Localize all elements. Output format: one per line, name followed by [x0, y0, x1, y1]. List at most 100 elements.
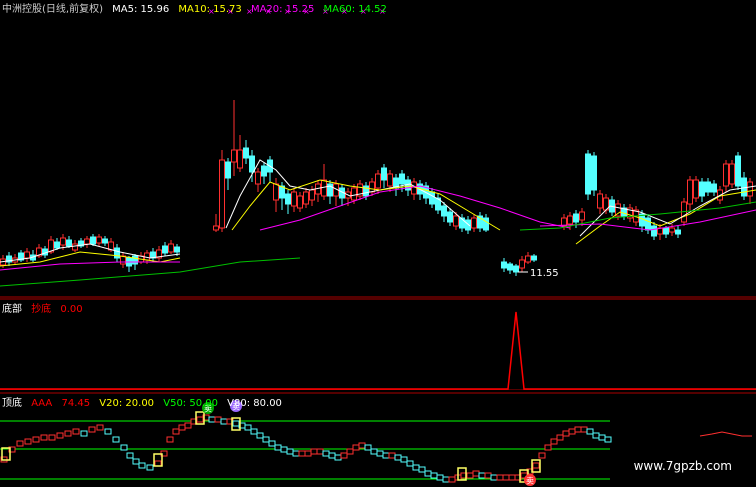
- candle-body: [261, 165, 267, 177]
- candle-body: [663, 227, 669, 235]
- candle-body: [597, 193, 603, 209]
- v20-label: V20: 20.00: [99, 398, 155, 409]
- oscillator-bar: [172, 428, 180, 435]
- oscillator-bar: [286, 448, 294, 455]
- oscillator-bar: [88, 426, 96, 433]
- candle-body: [507, 263, 513, 271]
- candle-body: [723, 163, 729, 187]
- candle-body: [291, 191, 297, 207]
- candle-body: [525, 255, 531, 263]
- oscillator-bar: [126, 452, 134, 459]
- candle-body: [174, 246, 180, 253]
- candle-body: [585, 153, 591, 195]
- oscillator-bar: [104, 428, 112, 435]
- price-chart-panel[interactable]: × × × × × × × × × × 11.55 中洲控股(日线,前复权) MA5: 15.96 …: [0, 0, 756, 298]
- oscillator-bar: [370, 448, 378, 455]
- candle-body: [303, 191, 309, 205]
- oscillator-bar: [604, 436, 612, 443]
- candle-body: [747, 181, 753, 197]
- oscillator-bar: [16, 440, 24, 447]
- oscillator-bar: [496, 474, 504, 481]
- oscillator-bar: [214, 416, 222, 423]
- oscillator-bar: [178, 424, 186, 431]
- oscillator-bar: [436, 474, 444, 481]
- candle-body: [375, 173, 381, 189]
- oscillator-bar: [568, 428, 576, 435]
- oscillator-bar: [490, 474, 498, 481]
- candle-body: [675, 229, 681, 235]
- candle-body: [102, 238, 108, 244]
- bottom-indicator-chart: [0, 298, 756, 390]
- oscillator-bar: [48, 434, 56, 441]
- candle-body: [531, 255, 537, 261]
- oscillator-bar: [40, 434, 48, 441]
- candle-body: [219, 159, 225, 229]
- candle-body: [54, 241, 60, 249]
- oscillator-bar: [96, 424, 104, 431]
- oscillator-bar: [388, 452, 396, 459]
- bottom-indicator-panel[interactable]: 底部 抄底 0.00: [0, 298, 756, 390]
- oscillator-bar: [382, 452, 390, 459]
- oscillator-bar: [280, 446, 288, 453]
- oscillator-bar: [532, 462, 540, 469]
- oscillator-bar: [316, 448, 324, 455]
- candle-body: [693, 179, 699, 199]
- candle-body: [381, 167, 387, 181]
- candle-body: [471, 217, 477, 229]
- oscillator-bar: [32, 436, 40, 443]
- oscillator-bar: [184, 422, 192, 429]
- oscillator-bar: [120, 444, 128, 451]
- oscillator-bar: [478, 472, 486, 479]
- ma60-label: MA60: 14.52: [323, 4, 387, 15]
- candle-body: [213, 225, 219, 231]
- candle-body: [132, 255, 138, 265]
- watermark: www.7gpzb.com: [633, 459, 732, 473]
- oscillator-bar: [72, 428, 80, 435]
- oscillator-bar: [310, 448, 318, 455]
- candle-body: [687, 179, 693, 205]
- candle-body: [243, 147, 249, 159]
- candle-body: [237, 149, 243, 169]
- oscillator-bar: [112, 436, 120, 443]
- candle-body: [60, 237, 66, 246]
- candle-body: [519, 259, 525, 269]
- oscillator-bar: [538, 452, 546, 459]
- oscillator-bar: [64, 430, 72, 437]
- ma20-label: MA20: 15.25: [250, 4, 315, 15]
- oscillator-bar: [244, 424, 252, 431]
- ma5-label: MA5: 15.96: [112, 4, 170, 15]
- aaa-value: 74.45: [61, 398, 91, 409]
- candle-body: [72, 243, 78, 251]
- oscillator-bar: [220, 418, 228, 425]
- price-legend: 中洲控股(日线,前复权) MA5: 15.96 MA10: 15.73 MA20…: [2, 0, 393, 15]
- candle-body: [144, 252, 150, 261]
- oscillator-bar: [502, 474, 510, 481]
- candle-body: [699, 181, 705, 197]
- oscillator-bar: [322, 450, 330, 457]
- oscillator-bar: [484, 472, 492, 479]
- oscillator-bar: [138, 462, 146, 469]
- oscillator-bar: [394, 454, 402, 461]
- candle-body: [711, 183, 717, 193]
- oscillator-bar: [424, 470, 432, 477]
- oscillator-bar: [544, 444, 552, 451]
- chart-title: 中洲控股(日线,前复权): [2, 4, 103, 15]
- candle-body: [399, 173, 405, 185]
- aaa-label: AAA: [31, 398, 53, 409]
- oscillator-bar: [80, 430, 88, 437]
- ma10-label: MA10: 15.73: [178, 4, 242, 15]
- osc-name: 顶底: [2, 398, 22, 409]
- oscillator-bar: [406, 460, 414, 467]
- candle-body: [369, 181, 375, 193]
- candle-body: [249, 155, 255, 173]
- candle-body: [591, 155, 597, 191]
- v50-label: V50: 50.00: [163, 398, 218, 409]
- oscillator-bar: [412, 464, 420, 471]
- candle-body: [297, 195, 303, 209]
- candle-body: [465, 219, 471, 231]
- oscillator-bar: [340, 452, 348, 459]
- oscillator-bar: [364, 444, 372, 451]
- oscillator-bar: [334, 454, 342, 461]
- candle-body: [273, 183, 279, 201]
- oscillator-bar: [256, 432, 264, 439]
